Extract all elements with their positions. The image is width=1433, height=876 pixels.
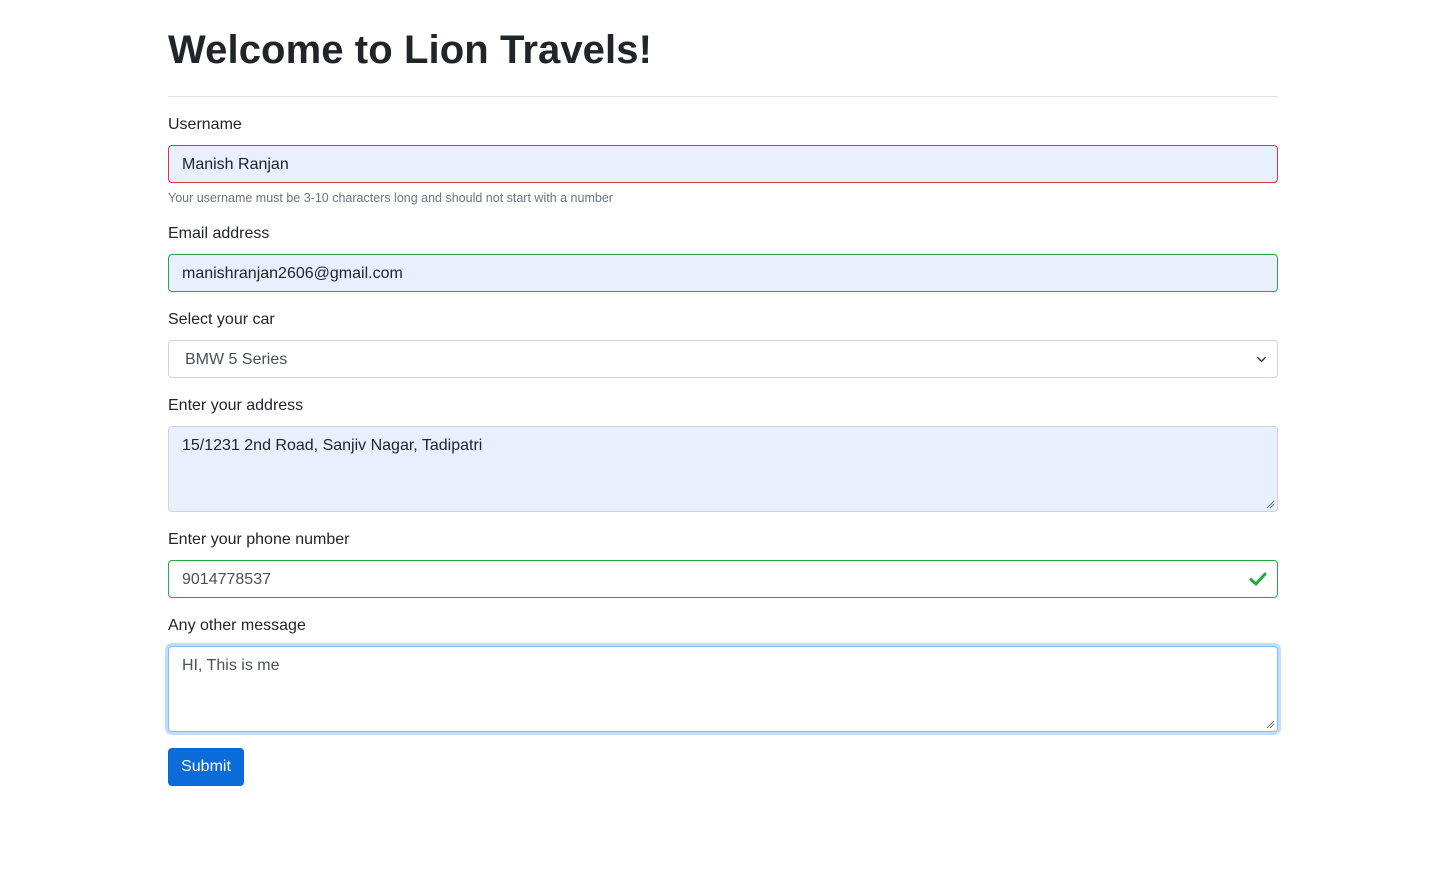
message-textarea[interactable]: HI, This is me: [168, 646, 1278, 732]
address-textarea[interactable]: 15/1231 2nd Road, Sanjiv Nagar, Tadipatr…: [168, 426, 1278, 512]
car-label: Select your car: [168, 311, 275, 328]
email-label: Email address: [168, 225, 270, 242]
title-divider: [168, 96, 1278, 97]
address-value: 15/1231 2nd Road, Sanjiv Nagar, Tadipatr…: [182, 437, 483, 454]
address-label: Enter your address: [168, 397, 304, 414]
message-label: Any other message: [168, 617, 306, 634]
car-select[interactable]: BMW 5 Series: [168, 340, 1278, 378]
phone-value: 9014778537: [182, 571, 271, 588]
email-value: manishranjan2606@gmail.com: [182, 265, 403, 282]
email-input[interactable]: manishranjan2606@gmail.com: [168, 254, 1278, 292]
page: Welcome to Lion Travels! Username Manish…: [0, 0, 1433, 876]
username-help-text: Your username must be 3-10 characters lo…: [168, 191, 613, 205]
phone-input[interactable]: 9014778537: [168, 560, 1278, 598]
resize-grip-icon[interactable]: [1266, 720, 1275, 729]
check-icon: [1249, 572, 1267, 586]
username-label: Username: [168, 116, 242, 133]
submit-button[interactable]: Submit: [168, 748, 244, 786]
username-value: Manish Ranjan: [182, 156, 289, 173]
resize-grip-icon[interactable]: [1266, 500, 1275, 509]
car-selected-value: BMW 5 Series: [185, 351, 288, 368]
page-title: Welcome to Lion Travels!: [168, 28, 653, 72]
username-input[interactable]: Manish Ranjan: [168, 145, 1278, 183]
message-value: HI, This is me: [182, 657, 280, 674]
chevron-down-icon: [1257, 356, 1266, 363]
phone-label: Enter your phone number: [168, 531, 350, 548]
